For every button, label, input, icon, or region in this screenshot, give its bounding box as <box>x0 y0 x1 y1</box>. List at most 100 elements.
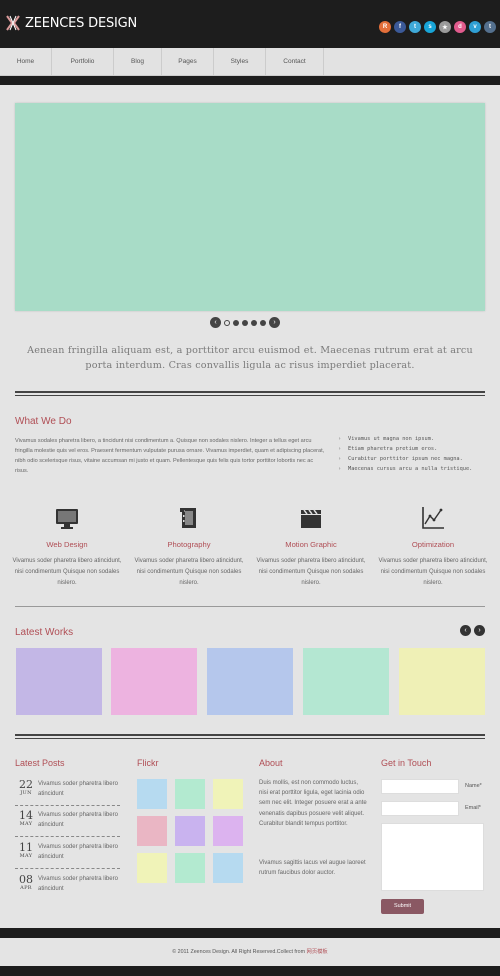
works-prev-icon[interactable]: ‹ <box>460 625 471 636</box>
what-we-do-text: Vivamus sodales pharetra libero, a tinci… <box>15 438 325 474</box>
post-title[interactable]: Vivamus soder pharetra libero atincidunt <box>38 779 120 799</box>
what-we-do-list: Vivamus ut magna non ipsum. Etiam pharet… <box>338 434 488 474</box>
post-day: 11 <box>19 841 33 854</box>
service-name[interactable]: Photography <box>134 540 244 549</box>
divider <box>15 734 485 739</box>
service-desc: Vivamus soder pharetra libero atincidunt… <box>378 558 488 586</box>
tumblr-icon[interactable]: t <box>484 21 496 33</box>
top-bar: ZEENCES DESIGN Rf t s ★ d v t <box>0 0 500 48</box>
about-text: Vivamus sagittis lacus vel augue laoreet… <box>259 860 366 877</box>
logo-mark-icon <box>6 15 20 31</box>
slider-next-icon[interactable]: › <box>269 317 280 328</box>
work-thumbnail[interactable] <box>16 648 102 715</box>
footer-bar <box>0 928 500 938</box>
about-title: About <box>259 758 283 768</box>
post-month: APR <box>20 885 32 891</box>
divider <box>15 391 485 396</box>
flickr-photo[interactable] <box>213 816 243 846</box>
submit-button[interactable]: Submit <box>381 899 424 914</box>
divider <box>15 805 120 806</box>
facebook-icon[interactable]: f <box>394 21 406 33</box>
footer-bar <box>0 966 500 976</box>
post-month: MAY <box>19 853 33 859</box>
about-text: Duis mollis, est non commodo luctus, nis… <box>259 780 367 827</box>
post-title[interactable]: Vivamus soder pharetra libero atincidunt <box>38 842 120 862</box>
service-optimization: Optimization Vivamus soder pharetra libe… <box>378 505 488 589</box>
message-field[interactable] <box>381 823 484 891</box>
works-next-icon[interactable]: › <box>474 625 485 636</box>
flickr-photo[interactable] <box>137 779 167 809</box>
latest-posts-title: Latest Posts <box>15 758 65 768</box>
flickr-photo[interactable] <box>213 853 243 883</box>
list-item[interactable]: 08 APR Vivamus soder pharetra libero atin… <box>15 874 120 902</box>
work-thumbnail[interactable] <box>399 648 485 715</box>
list-item[interactable]: 14 MAY Vivamus soder pharetra libero atin… <box>15 810 120 838</box>
name-label: Name* <box>465 783 482 789</box>
nav-portfolio[interactable]: Portfolio <box>52 48 114 76</box>
divider <box>15 868 120 869</box>
post-date: 11 MAY <box>17 842 35 860</box>
footer-link[interactable]: 网页模板 <box>307 949 328 955</box>
service-name[interactable]: Motion Graphic <box>256 540 366 549</box>
service-desc: Vivamus soder pharetra libero atincidunt… <box>256 558 366 586</box>
slider-dot[interactable] <box>233 319 239 326</box>
list-item[interactable]: 11 MAY Vivamus soder pharetra libero atin… <box>15 842 120 870</box>
star-icon[interactable]: ★ <box>439 21 451 33</box>
post-day: 08 <box>19 873 33 886</box>
slider-dot[interactable] <box>251 319 257 326</box>
intro-text: Aenean fringilla aliquam est, a porttito… <box>27 345 473 371</box>
main-nav: Home Portfolio Blog Pages Styles Contact <box>0 48 500 76</box>
logo-text: ZEENCES DESIGN <box>25 15 138 31</box>
flickr-photo[interactable] <box>175 816 205 846</box>
post-title[interactable]: Vivamus soder pharetra libero atincidunt <box>38 874 120 894</box>
slider-dot[interactable] <box>242 319 248 326</box>
nav-styles[interactable]: Styles <box>214 48 266 76</box>
name-field[interactable] <box>381 779 459 794</box>
service-desc: Vivamus soder pharetra libero atincidunt… <box>12 558 122 586</box>
list-item: Curabitur porttitor ipsum nec magna. <box>338 454 488 464</box>
slider-prev-icon[interactable]: ‹ <box>210 317 221 328</box>
post-title[interactable]: Vivamus soder pharetra libero atincidunt <box>38 810 120 830</box>
dribbble-icon[interactable]: d <box>454 21 466 33</box>
list-item: Vivamus ut magna non ipsum. <box>338 434 488 444</box>
vimeo-icon[interactable]: v <box>469 21 481 33</box>
what-we-do-title: What We Do <box>15 416 72 427</box>
work-thumbnail[interactable] <box>111 648 197 715</box>
twitter-icon[interactable]: t <box>409 21 421 33</box>
contact-title: Get in Touch <box>381 758 432 768</box>
copyright-text: © 2011 Zeences Design. All Right Reserve… <box>172 949 306 955</box>
flickr-photo[interactable] <box>137 853 167 883</box>
hero-slide[interactable] <box>15 103 485 311</box>
work-thumbnail[interactable] <box>303 648 389 715</box>
nav-pages[interactable]: Pages <box>162 48 214 76</box>
flickr-photo[interactable] <box>175 779 205 809</box>
service-web-design: Web Design Vivamus soder pharetra libero… <box>12 505 122 589</box>
email-field[interactable] <box>381 801 459 816</box>
flickr-photo[interactable] <box>137 816 167 846</box>
logo[interactable]: ZEENCES DESIGN <box>6 15 137 31</box>
nav-blog[interactable]: Blog <box>114 48 162 76</box>
work-thumbnail[interactable] <box>207 648 293 715</box>
list-item[interactable]: 22 JUN Vivamus soder pharetra libero atin… <box>15 779 120 807</box>
social-icons: Rf t s ★ d v t <box>379 21 496 33</box>
nav-contact[interactable]: Contact <box>266 48 324 76</box>
service-motion-graphic: Motion Graphic Vivamus soder pharetra li… <box>256 505 366 589</box>
slider-dot[interactable] <box>260 319 266 326</box>
nav-home[interactable]: Home <box>0 48 52 76</box>
service-desc: Vivamus soder pharetra libero atincidunt… <box>134 558 244 586</box>
film-icon <box>176 505 202 531</box>
service-name[interactable]: Web Design <box>12 540 122 549</box>
slider-dot[interactable] <box>224 319 230 326</box>
flickr-photo[interactable] <box>213 779 243 809</box>
skype-icon[interactable]: s <box>424 21 436 33</box>
rss-icon[interactable]: R <box>379 21 391 33</box>
post-month: JUN <box>20 790 32 796</box>
service-name[interactable]: Optimization <box>378 540 488 549</box>
flickr-photo[interactable] <box>175 853 205 883</box>
flickr-title: Flickr <box>137 758 159 768</box>
post-day: 14 <box>19 809 33 822</box>
nav-divider <box>0 76 500 85</box>
list-item: Maecenas cursus arcu a nulla tristique. <box>338 464 488 474</box>
divider <box>15 606 485 607</box>
service-photography: Photography Vivamus soder pharetra liber… <box>134 505 244 589</box>
